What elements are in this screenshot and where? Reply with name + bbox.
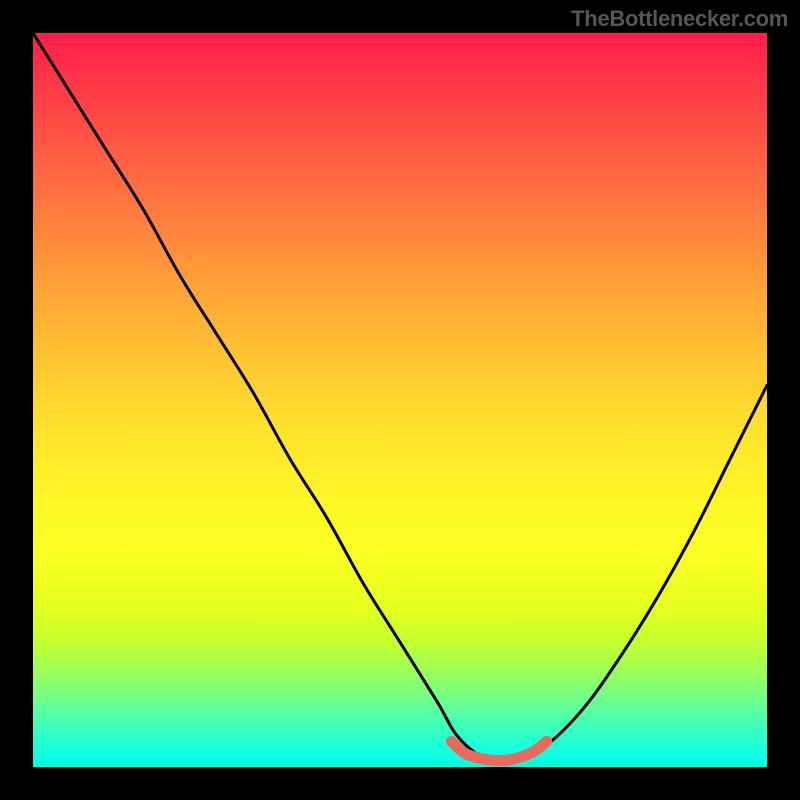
chart-plot-area: [33, 33, 767, 767]
chart-container: TheBottlenecker.com: [0, 0, 800, 800]
bottleneck-curve: [33, 33, 767, 762]
attribution-label: TheBottlenecker.com: [571, 6, 788, 32]
chart-svg: [33, 33, 767, 767]
